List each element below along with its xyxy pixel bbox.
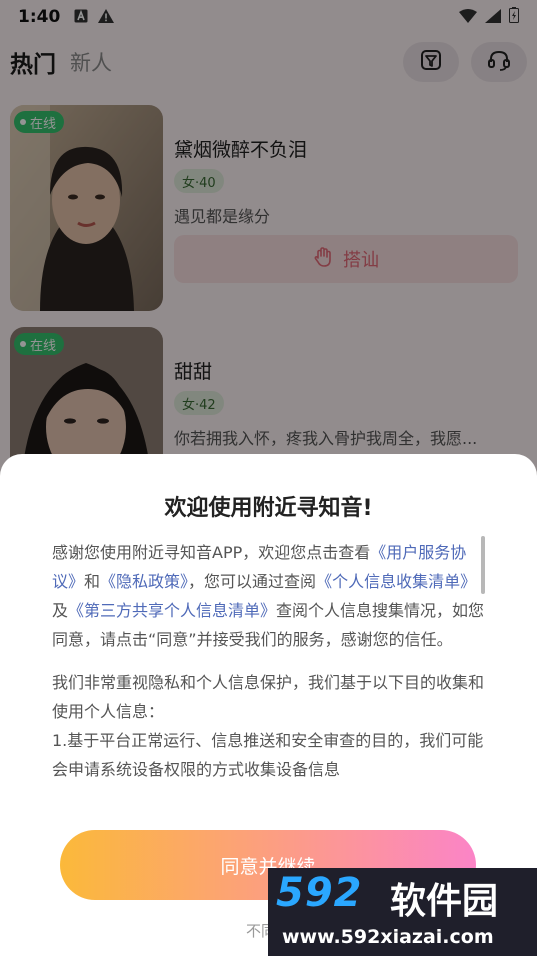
privacy-policy-link[interactable]: 《隐私政策》 xyxy=(100,572,188,591)
dialog-body[interactable]: 感谢您使用附近寻知音APP，欢迎您点击查看《用户服务协议》和《隐私政策》，您可以… xyxy=(52,538,490,818)
dialog-scrollbar[interactable] xyxy=(481,536,485,594)
intro-paragraph: 感谢您使用附近寻知音APP，欢迎您点击查看《用户服务协议》和《隐私政策》，您可以… xyxy=(52,538,490,654)
intro-text: 和 xyxy=(84,572,101,591)
intro-text: 及 xyxy=(52,601,69,620)
intro-text: ，您可以通过查阅 xyxy=(188,572,317,591)
watermark-logo-text: 软件园 xyxy=(390,881,499,922)
dialog-title: 欢迎使用附近寻知音! xyxy=(164,496,373,521)
intro-text: 感谢您使用附近寻知音APP，欢迎您点击查看 xyxy=(52,543,371,562)
privacy-text: 我们非常重视隐私和个人信息保护，我们基于以下目的收集和使用个人信息： xyxy=(52,673,485,721)
privacy-paragraph: 我们非常重视隐私和个人信息保护，我们基于以下目的收集和使用个人信息： 1.基于平台… xyxy=(52,668,490,784)
privacy-item-1: 1.基于平台正常运行、信息推送和安全审查的目的，我们可能会申请系统设备权限的方式… xyxy=(52,731,484,779)
site-watermark: 592 软件园 www.592xiazai.com xyxy=(268,868,537,956)
third-party-list-link[interactable]: 《第三方共享个人信息清单》 xyxy=(68,601,276,620)
watermark-url: www.592xiazai.com xyxy=(282,926,494,948)
watermark-logo-number: 592 xyxy=(276,870,363,916)
personal-info-list-link[interactable]: 《个人信息收集清单》 xyxy=(316,572,476,591)
